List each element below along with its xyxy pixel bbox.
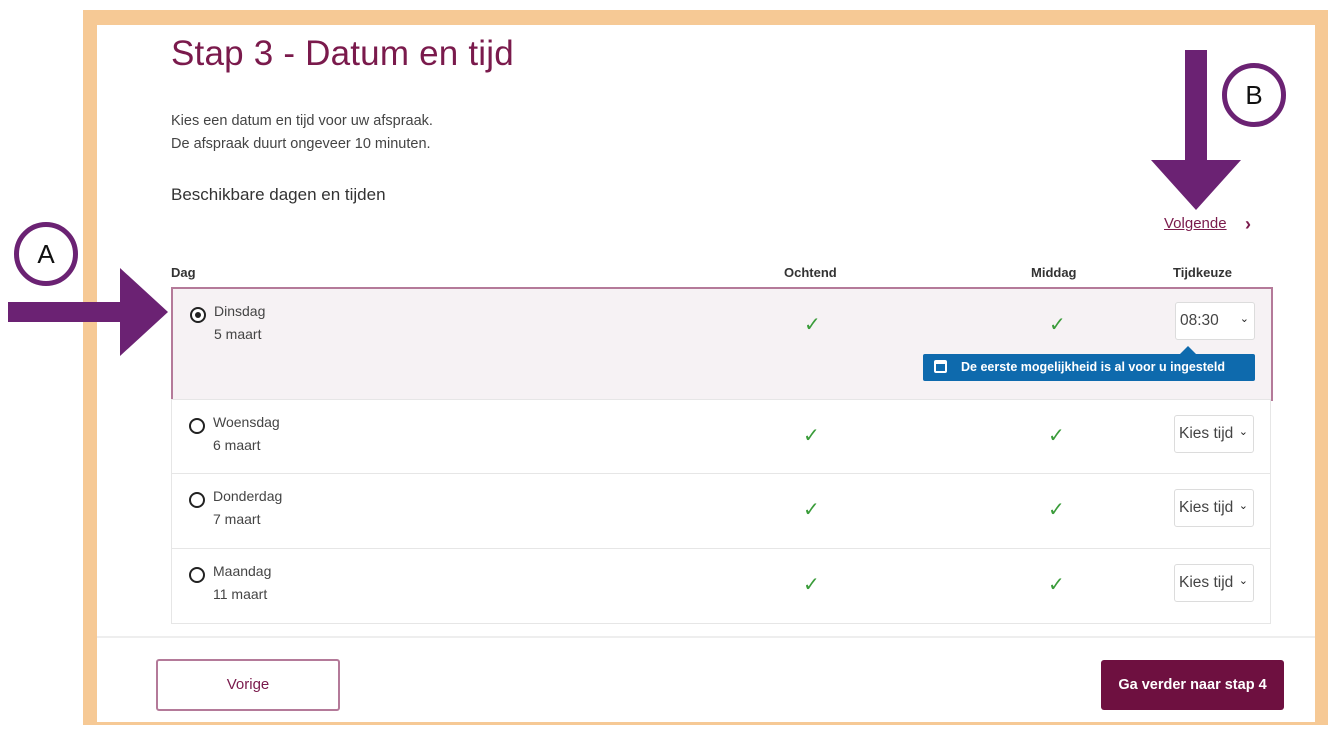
column-header-afternoon: Middag <box>1031 265 1077 280</box>
calendar-icon <box>934 360 947 373</box>
radio-button[interactable] <box>190 307 206 323</box>
column-header-morning: Ochtend <box>784 265 837 280</box>
chevron-down-icon: ⌄ <box>1239 313 1249 325</box>
afternoon-check-icon: ✓ <box>1048 574 1065 596</box>
morning-check-icon: ✓ <box>803 574 820 596</box>
row-date: 7 maart <box>213 511 261 527</box>
intro-line: Kies een datum en tijd voor uw afspraak. <box>171 113 433 129</box>
continue-step-4-button[interactable]: Ga verder naar stap 4 <box>1101 660 1284 710</box>
chevron-right-icon[interactable]: › <box>1245 214 1251 235</box>
arrow-down-icon <box>1151 50 1241 210</box>
table-row[interactable]: Donderdag 7 maart ✓ ✓ Kies tijd ⌄ <box>171 473 1271 549</box>
chevron-down-icon: ⌄ <box>1238 426 1248 438</box>
time-select[interactable]: Kies tijd ⌄ <box>1174 415 1254 453</box>
morning-check-icon: ✓ <box>803 425 820 447</box>
chevron-down-icon: ⌄ <box>1238 575 1248 587</box>
time-select-value: Kies tijd <box>1179 425 1234 442</box>
first-option-tooltip: De eerste mogelijkheid is al voor u inge… <box>923 346 1255 381</box>
time-select[interactable]: Kies tijd ⌄ <box>1174 489 1254 527</box>
previous-button[interactable]: Vorige <box>156 659 340 711</box>
radio-button[interactable] <box>189 567 205 583</box>
row-day: Maandag <box>213 563 272 579</box>
afternoon-check-icon: ✓ <box>1048 499 1065 521</box>
column-header-time: Tijdkeuze <box>1173 265 1233 280</box>
row-date: 6 maart <box>213 437 261 453</box>
table-row[interactable]: Dinsdag 5 maart ✓ ✓ 08:30 ⌄ <box>171 287 1273 401</box>
intro-line: De afspraak duurt ongeveer 10 minuten. <box>171 136 431 152</box>
morning-check-icon: ✓ <box>803 499 820 521</box>
time-select[interactable]: 08:30 ⌄ <box>1175 302 1255 340</box>
time-select-value: Kies tijd <box>1179 499 1234 516</box>
page-title: Stap 3 - Datum en tijd <box>171 34 514 73</box>
radio-button[interactable] <box>189 492 205 508</box>
morning-check-icon: ✓ <box>804 314 821 336</box>
row-day: Donderdag <box>213 488 283 504</box>
footer-divider <box>97 636 1315 638</box>
next-link[interactable]: Volgende <box>1164 215 1227 232</box>
time-select-value: Kies tijd <box>1179 574 1234 591</box>
tooltip-text: De eerste mogelijkheid is al voor u inge… <box>961 360 1225 374</box>
afternoon-check-icon: ✓ <box>1049 314 1066 336</box>
arrow-right-icon <box>8 268 168 356</box>
radio-button[interactable] <box>189 418 205 434</box>
available-days-heading: Beschikbare dagen en tijden <box>171 185 386 204</box>
chevron-down-icon: ⌄ <box>1238 500 1248 512</box>
row-day: Dinsdag <box>214 303 266 319</box>
intro-text: Kies een datum en tijd voor uw afspraak.… <box>171 110 433 156</box>
table-row[interactable]: Woensdag 6 maart ✓ ✓ Kies tijd ⌄ <box>171 399 1271 474</box>
row-date: 11 maart <box>213 586 268 602</box>
time-select[interactable]: Kies tijd ⌄ <box>1174 564 1254 602</box>
row-date: 5 maart <box>214 326 262 342</box>
table-row[interactable]: Maandag 11 maart ✓ ✓ Kies tijd ⌄ <box>171 548 1271 624</box>
afternoon-check-icon: ✓ <box>1048 425 1065 447</box>
row-day: Woensdag <box>213 414 280 430</box>
time-select-value: 08:30 <box>1180 312 1219 329</box>
